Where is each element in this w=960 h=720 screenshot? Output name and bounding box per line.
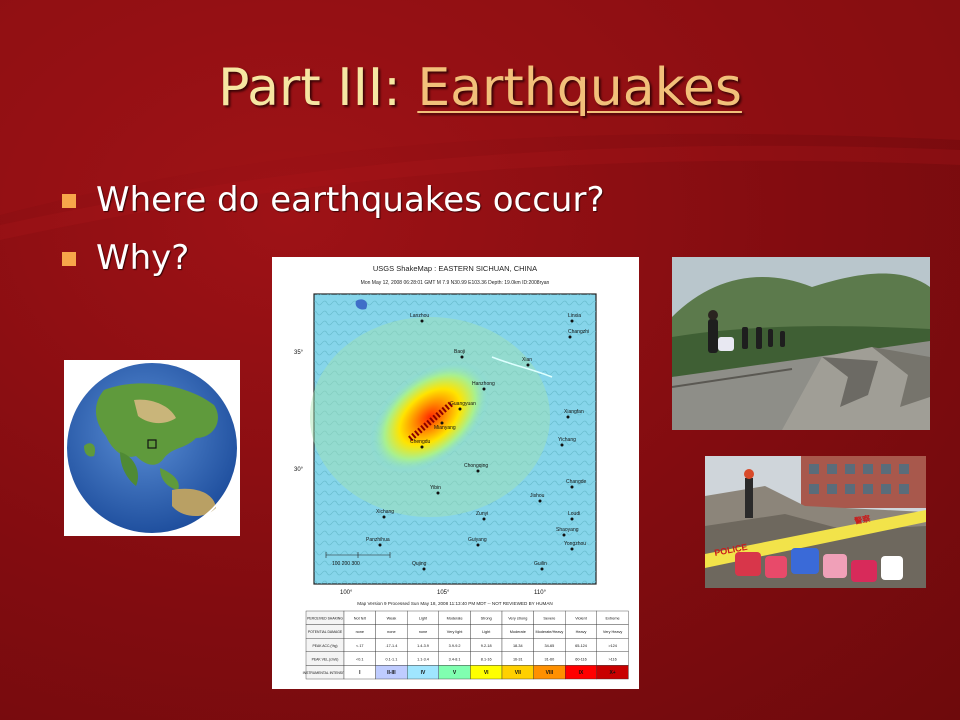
bullet-square-icon: [62, 194, 76, 208]
legend-cell-text: 34-65: [545, 644, 555, 648]
legend-cell-text: none: [356, 630, 364, 634]
city-label: Panzhihua: [366, 537, 390, 543]
legend-cell-text: Light: [419, 617, 428, 621]
legend-cell-text: >124: [608, 644, 617, 648]
legend-header-text: INSTRUMENTAL INTENSITY: [303, 671, 348, 675]
city-label: Chengdu: [410, 439, 431, 445]
legend-cell-text: Light: [482, 630, 491, 634]
shakemap-subtitle: Mon May 12, 2008 06:28:01 GMT M 7.9 N30.…: [361, 280, 550, 286]
legend-cell-text: 31-60: [545, 657, 555, 661]
legend-cell-text: 3.4-8.1: [449, 657, 461, 661]
legend-cell-text: Very strong: [508, 617, 527, 621]
legend-cell-text: 8.1-16: [481, 657, 492, 661]
legend-cell-text: Moderate/Heavy: [535, 630, 563, 634]
legend-cell-text: Weak: [387, 617, 397, 621]
shakemap-image: USGS ShakeMap : EASTERN SICHUAN, CHINA M…: [272, 257, 639, 689]
lat-label: 30°: [294, 467, 304, 473]
bullet-text: Where do earthquakes occur?: [96, 180, 605, 220]
legend-cell-text: none: [387, 630, 395, 634]
legend-cell-text: VIII: [546, 670, 554, 676]
legend-header-text: PEAK VEL.(cm/s): [312, 657, 339, 661]
legend-cell-text: VI: [484, 670, 489, 676]
rubble-photo: POLICE 警察: [705, 456, 926, 588]
legend-cell-text: 1.1-3.4: [417, 657, 429, 661]
title-prefix: Part III:: [218, 58, 418, 118]
bullet-square-icon: [62, 252, 76, 266]
city-label: Xichang: [376, 509, 394, 515]
map-scale-label: 100 200 300: [332, 561, 360, 567]
legend-cell-text: 3.9-9.2: [449, 644, 461, 648]
city-label: Changzhi: [568, 329, 589, 335]
legend-cell-text: >116: [608, 657, 616, 661]
city-label: Xian: [522, 357, 532, 363]
legend-cell-text: IX: [579, 670, 584, 676]
lon-label: 100°: [340, 590, 353, 596]
city-label: Guangyuan: [450, 401, 476, 407]
legend-cell-text: 16-31: [513, 657, 523, 661]
legend-cell-text: VII: [515, 670, 522, 676]
legend-cell-text: Very Heavy: [603, 630, 623, 634]
city-label: Shaoyang: [556, 527, 579, 533]
globe-image: [64, 360, 240, 536]
legend-cell-text: IV: [421, 670, 426, 676]
slide: Part III: Earthquakes Where do earthquak…: [0, 0, 960, 720]
bullet-text: Why?: [96, 238, 190, 278]
legend-cell-text: Moderate: [447, 617, 463, 621]
legend-cell-text: 0.1-1.1: [385, 657, 397, 661]
legend-cell-text: 60-116: [575, 657, 587, 661]
legend-cell-text: <.17: [356, 644, 364, 648]
lon-label: 110°: [534, 590, 547, 596]
road-damage-photo: [672, 257, 930, 430]
city-label: Guilin: [534, 561, 547, 567]
shakemap-title: USGS ShakeMap : EASTERN SICHUAN, CHINA: [373, 264, 537, 273]
legend-cell-text: none: [419, 630, 427, 634]
legend-cell-text: .17-1.4: [385, 644, 397, 648]
legend-cell-text: Heavy: [576, 630, 587, 634]
legend-cell-text: Violent: [575, 617, 587, 621]
legend-cell-text: 9.2-18: [481, 644, 492, 648]
city-label: Qujing: [412, 561, 427, 567]
legend-cell-text: 1.4-3.9: [417, 644, 429, 648]
earthquakes-link[interactable]: Earthquakes: [417, 58, 742, 118]
legend-cell-text: Severe: [543, 617, 555, 621]
legend-cell-text: Very light: [447, 630, 464, 634]
shakemap-graphic: USGS ShakeMap : EASTERN SICHUAN, CHINA M…: [294, 264, 629, 680]
city-label: Baoji: [454, 349, 465, 355]
rubble-graphic: POLICE 警察: [705, 456, 926, 588]
legend-cell-text: 18-34: [513, 644, 523, 648]
legend-cell-text: <0.1: [356, 657, 364, 661]
city-label: Guiyang: [468, 537, 487, 543]
city-label: Mianyang: [434, 425, 456, 431]
legend-cell-text: X+: [609, 670, 615, 676]
legend-cell-text: Moderate: [510, 630, 526, 634]
road-damage-graphic: [672, 257, 930, 430]
city-label: Yibin: [430, 485, 441, 491]
city-label: Chongqing: [464, 463, 488, 469]
city-label: Linxia: [568, 313, 581, 319]
legend-header-text: PERCEIVED SHAKING: [307, 617, 343, 621]
city-label: Zunyi: [476, 511, 488, 517]
intensity-legend: PERCEIVED SHAKING Not felt Weak Light Modera…: [303, 610, 629, 680]
city-label: Loudi: [568, 511, 580, 517]
city-label: Jishou: [530, 493, 545, 499]
legend-header-text: POTENTIAL DAMAGE: [308, 630, 343, 634]
bullet-item: Where do earthquakes occur?: [62, 176, 605, 234]
city-label: Yichang: [558, 437, 576, 443]
lon-label: 105°: [437, 590, 450, 596]
legend-cell-text: Extreme: [606, 617, 620, 621]
city-label: Xiangfan: [564, 409, 584, 415]
legend-cell-text: 65-124: [575, 644, 587, 648]
legend-cell-text: Not felt: [354, 617, 367, 621]
slide-title: Part III: Earthquakes: [0, 58, 960, 118]
lat-label: 35°: [294, 350, 304, 356]
globe-graphic: [65, 361, 239, 535]
city-label: Hanzhong: [472, 381, 495, 387]
city-label: Lanzhou: [410, 313, 429, 319]
legend-cell-text: II-III: [387, 670, 396, 676]
legend-header-text: PEAK ACC.(%g): [312, 644, 337, 648]
city-label: Yongzhou: [564, 541, 586, 547]
city-label: Changde: [566, 479, 587, 485]
shakemap-footer: Map Version 9 Processed Sun May 18, 2008…: [357, 601, 552, 606]
legend-cell-text: Strong: [481, 617, 492, 621]
